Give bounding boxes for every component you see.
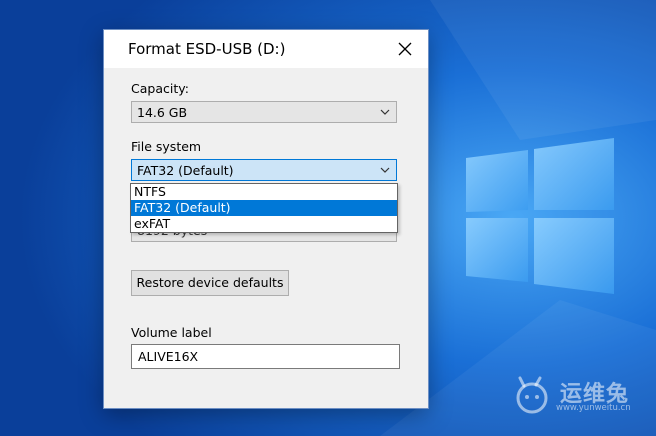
- file-system-combobox[interactable]: FAT32 (Default): [131, 159, 397, 181]
- capacity-label: Capacity:: [131, 81, 189, 96]
- watermark-url: www.yunweitu.cn: [556, 403, 631, 413]
- title-bar: Format ESD-USB (D:): [104, 30, 428, 68]
- rabbit-logo-icon: [516, 376, 548, 414]
- file-system-dropdown-list: NTFS FAT32 (Default) exFAT: [130, 183, 398, 233]
- option-ntfs[interactable]: NTFS: [131, 184, 397, 200]
- watermark: 运维兔 www.yunweitu.cn: [510, 376, 650, 416]
- close-button[interactable]: [382, 30, 428, 68]
- chevron-down-icon: [380, 167, 390, 173]
- option-fat32[interactable]: FAT32 (Default): [131, 200, 397, 216]
- capacity-value: 14.6 GB: [137, 105, 188, 120]
- file-system-label: File system: [131, 139, 202, 154]
- restore-defaults-button[interactable]: Restore device defaults: [131, 270, 289, 296]
- volume-label-label: Volume label: [131, 325, 212, 340]
- close-icon: [398, 42, 412, 56]
- dialog-title: Format ESD-USB (D:): [128, 40, 286, 58]
- capacity-combobox[interactable]: 14.6 GB: [131, 101, 397, 123]
- volume-label-input[interactable]: [131, 344, 400, 369]
- file-system-value: FAT32 (Default): [137, 163, 234, 178]
- option-exfat[interactable]: exFAT: [131, 216, 397, 232]
- chevron-down-icon: [380, 109, 390, 115]
